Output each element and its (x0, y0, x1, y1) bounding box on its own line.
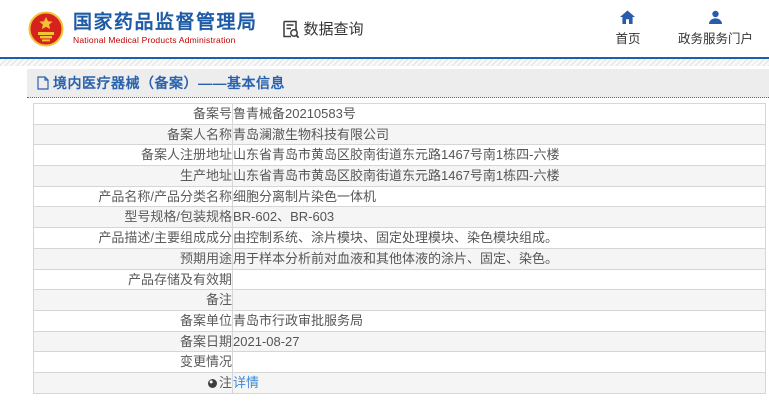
row-remarks: 备注 (33, 289, 766, 311)
row-registrant-address: 备案人注册地址 山东省青岛市黄岛区胶南街道东元路1467号南1栋四-六楼 (33, 144, 766, 167)
label-cell: 产品名称/产品分类名称 (33, 185, 233, 208)
value-cell: 详情 (232, 371, 766, 394)
row-intended-use: 预期用途 用于样本分析前对血液和其他体液的涂片、固定、染色。 (33, 247, 766, 270)
top-nav: 首页 政务服务门户 (604, 10, 769, 47)
value-cell (232, 289, 766, 311)
logo-text: 国家药品监督管理局 National Medical Products Admi… (73, 12, 258, 46)
label-cell: 生产地址 (33, 165, 233, 187)
label-cell: 预期用途 (33, 247, 233, 270)
label-cell: 备案人注册地址 (33, 144, 233, 167)
data-query-label: 数据查询 (303, 21, 364, 38)
section-title: 境内医疗器械（备案）——基本信息 (53, 75, 285, 91)
row-production-address: 生产地址 山东省青岛市黄岛区胶南街道东元路1467号南1栋四-六楼 (33, 165, 766, 187)
value-cell: 山东省青岛市黄岛区胶南街道东元路1467号南1栋四-六楼 (232, 165, 766, 187)
value-cell: 青岛市行政审批服务局 (232, 309, 766, 332)
detail-link[interactable]: 详情 (234, 375, 260, 390)
row-filing-authority: 备案单位 青岛市行政审批服务局 (33, 309, 766, 332)
data-query-nav[interactable]: 数据查询 (280, 18, 364, 39)
row-product-description: 产品描述/主要组成成分 由控制系统、涂片模块、固定处理模块、染色模块组成。 (33, 227, 766, 249)
document-icon (37, 76, 49, 90)
value-cell: BR-602、BR-603 (232, 206, 766, 229)
hatched-strip (0, 59, 769, 66)
value-cell: 青岛澜澈生物科技有限公司 (232, 123, 766, 146)
value-cell (232, 268, 766, 291)
row-note: 注 详情 (33, 371, 766, 394)
row-filing-date: 备案日期 2021-08-27 (33, 330, 766, 353)
label-cell: 型号规格/包装规格 (33, 206, 233, 229)
nav-item-home[interactable]: 首页 (604, 10, 652, 47)
section-title-bar: 境内医疗器械（备案）——基本信息 (27, 69, 769, 98)
note-dot-icon (207, 378, 217, 388)
national-emblem-icon (28, 11, 64, 47)
document-search-icon (280, 19, 300, 39)
label-cell: 备案人名称 (33, 123, 233, 146)
nav-home-label: 首页 (615, 32, 641, 46)
site-header: 国家药品监督管理局 National Medical Products Admi… (0, 0, 769, 57)
label-cell: 备案号 (33, 103, 233, 125)
site-logo[interactable]: 国家药品监督管理局 National Medical Products Admi… (28, 11, 258, 47)
label-cell: 产品描述/主要组成成分 (33, 227, 233, 249)
label-cell: 产品存储及有效期 (33, 268, 233, 291)
label-cell: 变更情况 (33, 351, 233, 373)
value-cell: 2021-08-27 (232, 330, 766, 353)
label-cell: 备案日期 (33, 330, 233, 353)
filing-info-table: 备案号 鲁青械备20210583号 备案人名称 青岛澜澈生物科技有限公司 备案人… (33, 103, 766, 394)
value-cell: 鲁青械备20210583号 (232, 103, 766, 125)
row-model-spec: 型号规格/包装规格 BR-602、BR-603 (33, 206, 766, 229)
home-icon (619, 10, 636, 25)
row-product-name: 产品名称/产品分类名称 细胞分离制片染色一体机 (33, 185, 766, 208)
user-icon (708, 10, 723, 25)
nav-item-gov-portal[interactable]: 政务服务门户 (678, 10, 753, 47)
value-cell: 山东省青岛市黄岛区胶南街道东元路1467号南1栋四-六楼 (232, 144, 766, 167)
value-cell: 细胞分离制片染色一体机 (232, 185, 766, 208)
value-cell: 用于样本分析前对血液和其他体液的涂片、固定、染色。 (232, 247, 766, 270)
label-cell: 备注 (33, 289, 233, 311)
label-cell: 备案单位 (33, 309, 233, 332)
label-cell: 注 (33, 371, 233, 394)
site-subtitle: National Medical Products Administration (73, 35, 236, 46)
value-cell (232, 351, 766, 373)
row-registrant-name: 备案人名称 青岛澜澈生物科技有限公司 (33, 123, 766, 146)
nav-gov-portal-label: 政务服务门户 (677, 32, 753, 46)
row-record-number: 备案号 鲁青械备20210583号 (33, 103, 766, 125)
value-cell: 由控制系统、涂片模块、固定处理模块、染色模块组成。 (232, 227, 766, 249)
row-storage-validity: 产品存储及有效期 (33, 268, 766, 291)
row-change-status: 变更情况 (33, 351, 766, 373)
site-title: 国家药品监督管理局 (73, 11, 258, 33)
note-label: 注 (218, 374, 232, 390)
